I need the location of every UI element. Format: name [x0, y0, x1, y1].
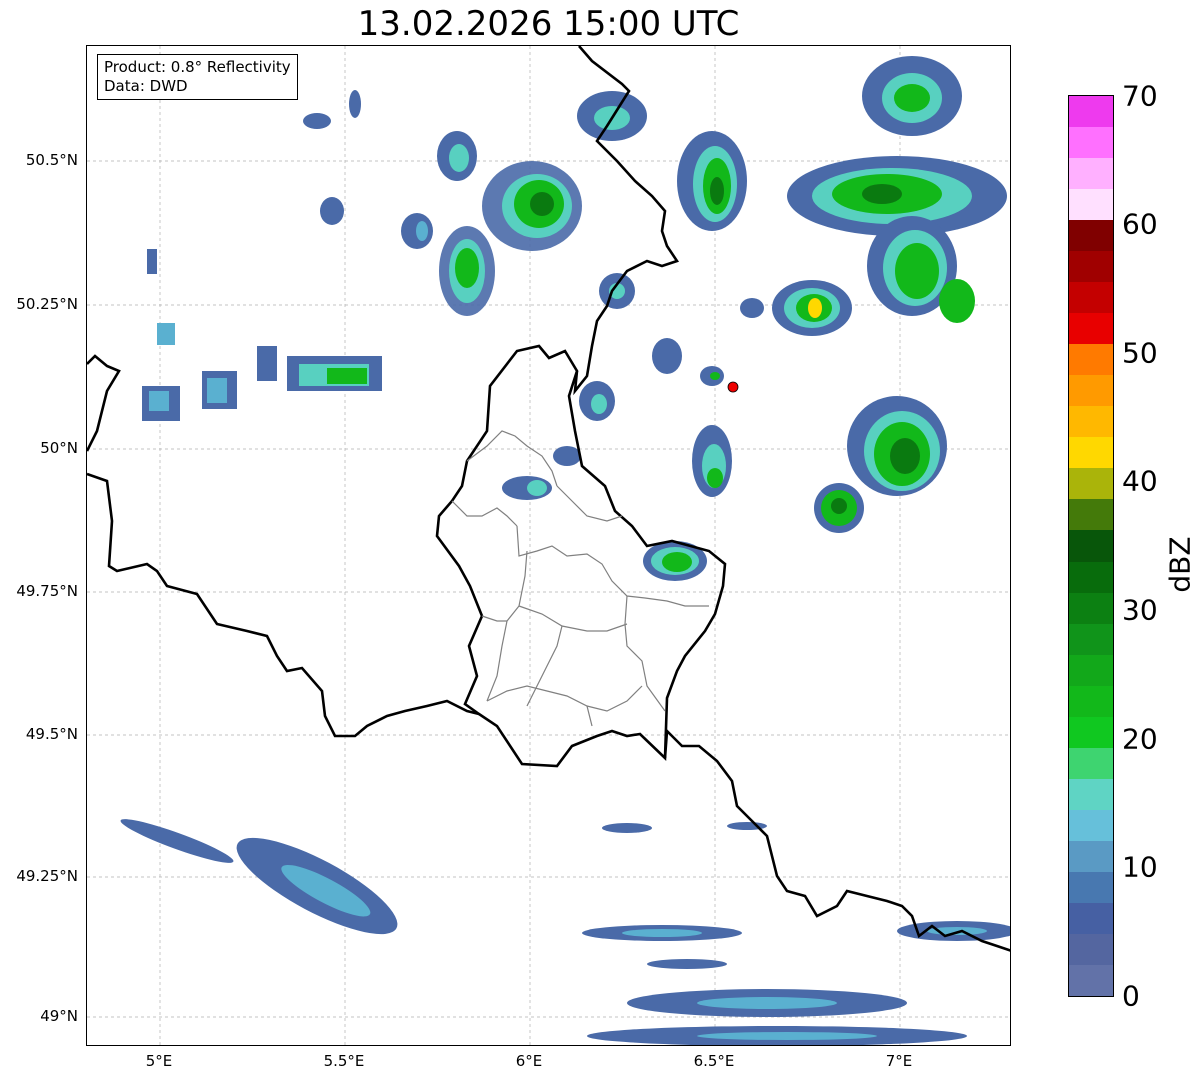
colorbar-segment: [1069, 933, 1113, 965]
lat-tick-label: 49.75°N: [16, 582, 78, 600]
lon-tick-label: 5°E: [145, 1052, 173, 1070]
colorbar-segment: [1069, 778, 1113, 810]
colorbar-segment: [1069, 809, 1113, 841]
colorbar: [1068, 95, 1114, 997]
colorbar-segment: [1069, 530, 1113, 562]
colorbar-segment: [1069, 219, 1113, 252]
radar-site-marker: [727, 381, 739, 393]
colorbar-segment: [1069, 716, 1113, 748]
colorbar-segment: [1069, 312, 1113, 345]
lat-tick-label: 49.5°N: [25, 725, 78, 743]
lon-tick-label: 6.5°E: [693, 1052, 735, 1070]
colorbar-segment: [1069, 902, 1113, 934]
colorbar-tick-label: 20: [1122, 722, 1158, 756]
map-title: 13.02.2026 15:00 UTC: [357, 4, 740, 44]
colorbar-segment: [1069, 499, 1113, 531]
colorbar-segment: [1069, 623, 1113, 655]
colorbar-tick-label: 60: [1122, 207, 1158, 241]
lon-tick-label: 5.5°E: [323, 1052, 365, 1070]
colorbar-segment: [1069, 436, 1113, 469]
lat-tick-label: 49°N: [40, 1007, 78, 1025]
lon-tick-label: 6°E: [515, 1052, 543, 1070]
colorbar-tick-label: 10: [1122, 850, 1158, 884]
colorbar-segment: [1069, 592, 1113, 624]
colorbar-segment: [1069, 405, 1113, 438]
product-info-box: Product: 0.8° Reflectivity Data: DWD: [97, 54, 298, 100]
colorbar-tick-label: 50: [1122, 336, 1158, 370]
colorbar-segment: [1069, 871, 1113, 903]
colorbar-tick-label: 30: [1122, 593, 1158, 627]
colorbar-segment: [1069, 685, 1113, 717]
lat-tick-label: 50.25°N: [16, 295, 78, 313]
radar-map[interactable]: [86, 45, 1011, 1046]
colorbar-segment: [1069, 561, 1113, 593]
colorbar-segment: [1069, 250, 1113, 283]
colorbar-segment: [1069, 281, 1113, 314]
lat-tick-label: 50°N: [40, 439, 78, 457]
colorbar-segment: [1069, 964, 1113, 996]
colorbar-segment: [1069, 654, 1113, 686]
colorbar-unit-label: dBZ: [1163, 536, 1197, 593]
colorbar-segment: [1069, 188, 1113, 221]
colorbar-tick-label: 70: [1122, 79, 1158, 113]
data-source-label: Data: DWD: [104, 77, 188, 95]
lat-tick-label: 50.5°N: [25, 151, 78, 169]
lat-tick-label: 49.25°N: [16, 867, 78, 885]
colorbar-segment: [1069, 747, 1113, 779]
colorbar-tick-label: 0: [1122, 979, 1140, 1013]
colorbar-tick-label: 40: [1122, 464, 1158, 498]
lon-tick-label: 7°E: [885, 1052, 913, 1070]
product-label: Product: 0.8° Reflectivity: [104, 58, 291, 76]
colorbar-segment: [1069, 840, 1113, 872]
colorbar-segment: [1069, 126, 1113, 159]
colorbar-segment: [1069, 343, 1113, 376]
colorbar-segment: [1069, 95, 1113, 128]
colorbar-segment: [1069, 467, 1113, 500]
colorbar-segment: [1069, 157, 1113, 190]
colorbar-segment: [1069, 374, 1113, 407]
radar-map-canvas: [87, 46, 1010, 1045]
